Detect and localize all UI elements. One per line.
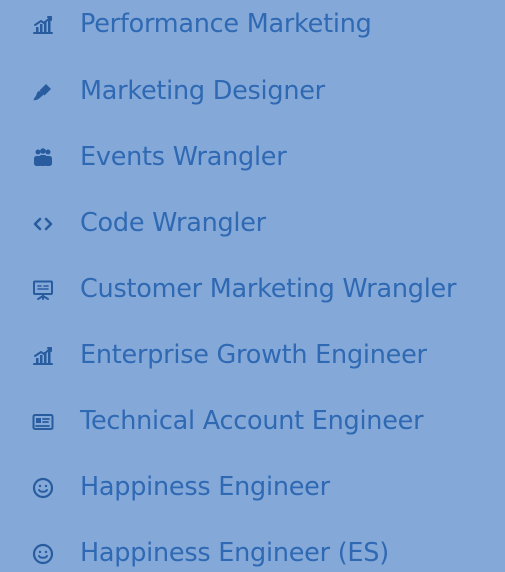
job-link-happiness-engineer[interactable]: Happiness Engineer	[31, 470, 505, 506]
job-openings-list: Performance Marketing Marketing Designer…	[0, 0, 505, 568]
job-link-events-wrangler[interactable]: Events Wrangler	[31, 140, 505, 176]
job-title: Technical Account Engineer	[80, 406, 424, 437]
job-link-performance-marketing[interactable]: Performance Marketing	[31, 7, 505, 43]
job-title: Happiness Engineer	[80, 472, 330, 503]
code-brackets-icon	[31, 212, 55, 236]
growth-chart-icon	[31, 344, 55, 368]
job-link-enterprise-growth-engineer[interactable]: Enterprise Growth Engineer	[31, 338, 505, 374]
job-title: Marketing Designer	[80, 76, 325, 107]
job-link-happiness-engineer-es[interactable]: Happiness Engineer (ES)	[31, 536, 505, 572]
group-people-icon	[31, 146, 55, 170]
paintbrush-icon	[31, 80, 55, 104]
job-link-customer-marketing-wrangler[interactable]: Customer Marketing Wrangler	[31, 272, 505, 308]
job-title: Events Wrangler	[80, 142, 287, 173]
presentation-board-icon	[31, 278, 55, 302]
smiley-face-icon	[31, 542, 55, 566]
smiley-face-icon	[31, 476, 55, 500]
job-title: Enterprise Growth Engineer	[80, 340, 427, 371]
job-title: Customer Marketing Wrangler	[80, 274, 457, 305]
growth-chart-icon	[31, 13, 55, 37]
job-title: Code Wrangler	[80, 208, 266, 239]
job-link-marketing-designer[interactable]: Marketing Designer	[31, 74, 505, 110]
job-link-technical-account-engineer[interactable]: Technical Account Engineer	[31, 404, 505, 440]
job-title: Performance Marketing	[80, 9, 372, 40]
job-title: Happiness Engineer (ES)	[80, 538, 389, 569]
id-card-icon	[31, 410, 55, 434]
job-link-code-wrangler[interactable]: Code Wrangler	[31, 206, 505, 242]
